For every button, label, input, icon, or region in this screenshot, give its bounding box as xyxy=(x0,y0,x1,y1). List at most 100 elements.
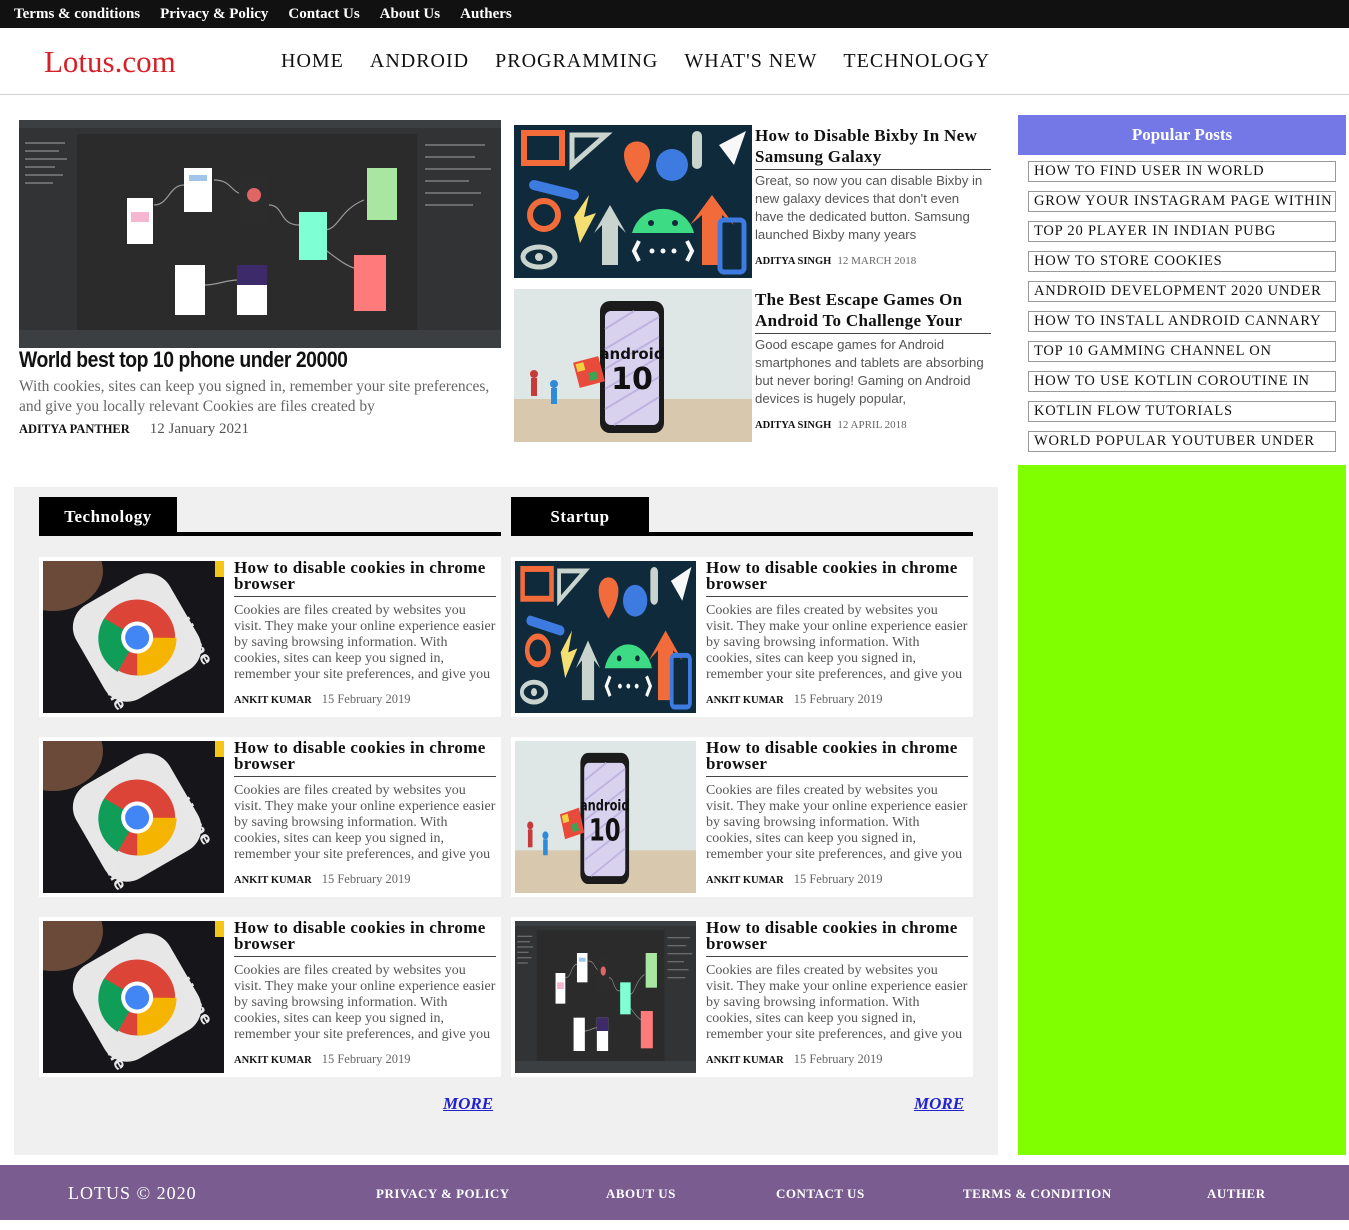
post-author[interactable]: ANKIT KUMAR xyxy=(706,875,784,886)
svg-text:10: 10 xyxy=(611,362,653,397)
popular-post-link[interactable]: ANDROID DEVELOPMENT 2020 UNDER xyxy=(1028,281,1336,302)
svg-text:10: 10 xyxy=(589,813,621,848)
side-post-thumbnail[interactable] xyxy=(514,125,752,278)
technology-more-link[interactable]: MORE xyxy=(443,1094,493,1114)
post-author[interactable]: ANKIT KUMAR xyxy=(234,695,312,706)
popular-post-link[interactable]: HOW TO FIND USER IN WORLD xyxy=(1028,161,1336,182)
post-author[interactable]: ANKIT KUMAR xyxy=(234,875,312,886)
footer-link-auther[interactable]: AUTHER xyxy=(1207,1186,1266,1202)
post-thumbnail[interactable]: android 10 xyxy=(515,741,696,893)
technology-column: Technology Home Chrome How to disable co… xyxy=(39,497,501,1077)
popular-post-link[interactable]: HOW TO USE KOTLIN COROUTINE IN xyxy=(1028,371,1336,392)
popular-post-link[interactable]: WORLD POPULAR YOUTUBER UNDER xyxy=(1028,431,1336,452)
side-post-description: Great, so now you can disable Bixby in n… xyxy=(755,173,983,242)
nav-home[interactable]: HOME xyxy=(281,50,344,73)
post-meta: ANKIT KUMAR 15 February 2019 xyxy=(706,872,883,887)
topbar-link-terms[interactable]: Terms & conditions xyxy=(14,6,140,23)
post-thumbnail[interactable] xyxy=(515,921,696,1073)
post-title[interactable]: How to disable cookies in chrome browser xyxy=(234,919,494,952)
footer-copyright: LOTUS © 2020 xyxy=(68,1183,197,1203)
divider xyxy=(234,596,496,597)
hero-title[interactable]: World best top 10 phone under 20000 xyxy=(19,347,348,373)
post-meta: ANKIT KUMAR 15 February 2019 xyxy=(234,1052,411,1067)
post-card: Home Chrome How to disable cookies in ch… xyxy=(39,917,501,1077)
side-post-title[interactable]: The Best Escape Games On Android To Chal… xyxy=(755,289,991,332)
post-author[interactable]: ANKIT KUMAR xyxy=(706,695,784,706)
post-thumbnail[interactable] xyxy=(515,561,696,713)
hero-author[interactable]: ADITYA PANTHER xyxy=(19,422,130,437)
post-title[interactable]: How to disable cookies in chrome browser xyxy=(234,739,494,772)
side-post-date: 12 MARCH 2018 xyxy=(837,255,917,267)
nav-programming[interactable]: PROGRAMMING xyxy=(495,50,658,73)
post-meta: ANKIT KUMAR 15 February 2019 xyxy=(706,1052,883,1067)
post-title[interactable]: How to disable cookies in chrome browser xyxy=(706,739,966,772)
topbar-link-contact[interactable]: Contact Us xyxy=(288,6,359,23)
divider xyxy=(234,776,496,777)
nav-whats-new[interactable]: WHAT'S NEW xyxy=(684,50,817,73)
heading-underline xyxy=(39,532,501,536)
post-date: 15 February 2019 xyxy=(321,1052,411,1066)
top-bar: Terms & conditions Privacy & Policy Cont… xyxy=(0,0,1349,28)
post-card: How to disable cookies in chrome browser… xyxy=(511,557,973,717)
footer-link-about[interactable]: ABOUT US xyxy=(606,1186,676,1202)
startup-more-link[interactable]: MORE xyxy=(914,1094,964,1114)
popular-post-link[interactable]: TOP 10 GAMMING CHANNEL ON xyxy=(1028,341,1336,362)
post-card: How to disable cookies in chrome browser… xyxy=(511,917,973,1077)
side-post-author[interactable]: ADITYA SINGH xyxy=(755,420,831,431)
startup-heading[interactable]: Startup xyxy=(511,497,649,535)
post-card: android 10 How to disable cookies in chr… xyxy=(511,737,973,897)
side-post: How to Disable Bixby In New Samsung Gala… xyxy=(514,125,994,280)
post-title[interactable]: How to disable cookies in chrome browser xyxy=(706,559,966,592)
post-description: Cookies are files created by websites yo… xyxy=(706,963,968,1042)
popular-post-link[interactable]: GROW YOUR INSTAGRAM PAGE WITHIN xyxy=(1028,191,1336,212)
post-date: 15 February 2019 xyxy=(793,872,883,886)
side-post-description: Good escape games for Android smartphone… xyxy=(755,337,984,406)
heading-underline xyxy=(511,532,973,536)
popular-post-link[interactable]: TOP 20 PLAYER IN INDIAN PUBG xyxy=(1028,221,1336,242)
hero-description: With cookies, sites can keep you signed … xyxy=(19,378,490,415)
topbar-link-about[interactable]: About Us xyxy=(380,6,440,23)
popular-post-link[interactable]: HOW TO STORE COOKIES xyxy=(1028,251,1336,272)
popular-posts-list: HOW TO FIND USER IN WORLD GROW YOUR INST… xyxy=(1018,155,1346,465)
side-post-thumbnail[interactable]: android 10 xyxy=(514,289,752,442)
divider xyxy=(755,333,991,334)
side-post-author[interactable]: ADITYA SINGH xyxy=(755,256,831,267)
footer-link-terms[interactable]: TERMS & CONDITION xyxy=(963,1186,1112,1202)
post-date: 15 February 2019 xyxy=(793,1052,883,1066)
site-header: Lotus.com HOME ANDROID PROGRAMMING WHAT'… xyxy=(0,28,1349,95)
nav-android[interactable]: ANDROID xyxy=(370,50,469,73)
post-card: Home Chrome How to disable cookies in ch… xyxy=(39,737,501,897)
post-author[interactable]: ANKIT KUMAR xyxy=(706,1055,784,1066)
side-post-title[interactable]: How to Disable Bixby In New Samsung Gala… xyxy=(755,125,991,168)
side-post-meta: ADITYA SINGH 12 MARCH 2018 xyxy=(755,255,916,267)
nav-technology[interactable]: TECHNOLOGY xyxy=(843,50,990,73)
topbar-link-authers[interactable]: Authers xyxy=(460,6,512,23)
startup-column: Startup How to disable cookies in chrome… xyxy=(511,497,973,1077)
hero-image[interactable] xyxy=(19,120,501,348)
divider xyxy=(706,776,968,777)
post-card: Home Chrome How to disable cookies in ch… xyxy=(39,557,501,717)
popular-post-link[interactable]: HOW TO INSTALL ANDROID CANNARY xyxy=(1028,311,1336,332)
post-title[interactable]: How to disable cookies in chrome browser xyxy=(234,559,494,592)
topbar-link-privacy[interactable]: Privacy & Policy xyxy=(160,6,268,23)
post-author[interactable]: ANKIT KUMAR xyxy=(234,1055,312,1066)
popular-posts-sidebar: Popular Posts HOW TO FIND USER IN WORLD … xyxy=(1018,115,1346,1155)
post-description: Cookies are files created by websites yo… xyxy=(706,783,968,862)
post-description: Cookies are files created by websites yo… xyxy=(234,963,496,1042)
main-nav: HOME ANDROID PROGRAMMING WHAT'S NEW TECH… xyxy=(281,50,990,73)
popular-post-link[interactable]: KOTLIN FLOW TUTORIALS xyxy=(1028,401,1336,422)
post-thumbnail[interactable]: Home Chrome xyxy=(43,741,224,893)
post-meta: ANKIT KUMAR 15 February 2019 xyxy=(234,692,411,707)
post-meta: ANKIT KUMAR 15 February 2019 xyxy=(706,692,883,707)
footer-link-contact[interactable]: CONTACT US xyxy=(776,1186,865,1202)
site-logo[interactable]: Lotus.com xyxy=(44,44,176,80)
post-title[interactable]: How to disable cookies in chrome browser xyxy=(706,919,966,952)
post-date: 15 February 2019 xyxy=(321,692,411,706)
footer-link-privacy[interactable]: PRIVACY & POLICY xyxy=(376,1186,510,1202)
side-post-meta: ADITYA SINGH 12 APRIL 2018 xyxy=(755,419,907,431)
hero-meta: ADITYA PANTHER 12 January 2021 xyxy=(19,421,249,438)
divider xyxy=(706,596,968,597)
post-thumbnail[interactable]: Home Chrome xyxy=(43,921,224,1073)
technology-heading[interactable]: Technology xyxy=(39,497,177,535)
post-thumbnail[interactable]: Home Chrome xyxy=(43,561,224,713)
